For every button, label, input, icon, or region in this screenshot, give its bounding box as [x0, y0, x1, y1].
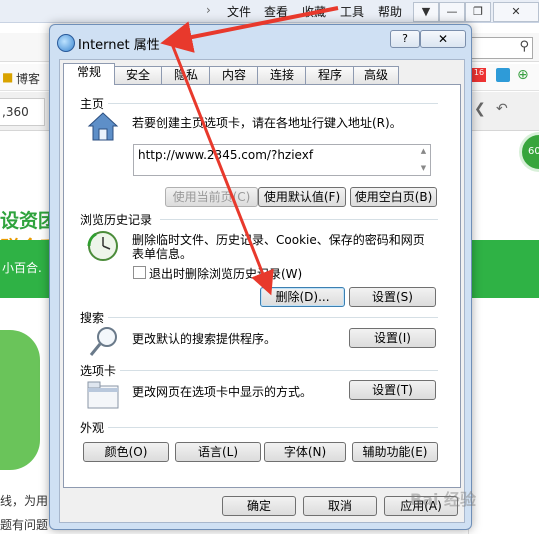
menu-tools[interactable]: 工具 — [340, 3, 364, 20]
page-green-banner-right — [468, 240, 539, 298]
browser-tab-label: ,360 — [2, 105, 29, 119]
browser-menu-bar: › 文件 查看 收藏 工具 帮助 ▼ — ❐ ✕ — [0, 0, 539, 23]
menu-favorites[interactable]: 收藏 — [302, 3, 326, 20]
browser-tab[interactable]: ,360 — [0, 98, 45, 126]
tab-privacy[interactable]: 隐私 — [161, 66, 211, 84]
page-banner-text: 小百合. — [2, 261, 42, 275]
homepage-url-text: http://www.2345.com/?hziexf — [138, 148, 314, 162]
fav-item[interactable]: 博客 — [16, 70, 40, 87]
home-icon — [87, 112, 119, 141]
tabs-icon — [87, 381, 119, 409]
search-icon[interactable]: ⚲ — [519, 39, 529, 54]
tab-security[interactable]: 安全 — [113, 66, 163, 84]
page-text-line: 线，为用 — [0, 494, 49, 508]
scroll-up-icon[interactable]: ▲ — [419, 147, 428, 155]
browser-search-input[interactable]: ⚲ — [471, 37, 533, 59]
back-icon[interactable]: ❮ — [474, 101, 486, 117]
delete-on-exit-checkbox[interactable] — [133, 266, 146, 279]
menu-help[interactable]: 帮助 — [378, 3, 402, 20]
shirt-icon[interactable]: ▼ — [413, 2, 439, 22]
colors-button[interactable]: 颜色(O) — [83, 442, 169, 462]
clock-icon — [87, 231, 118, 261]
tab-general[interactable]: 常规 — [63, 63, 115, 85]
languages-button[interactable]: 语言(L) — [175, 442, 261, 462]
delete-on-exit-label[interactable]: 退出时删除浏览历史记录(W) — [149, 265, 302, 282]
dialog-title-bar[interactable]: Internet 属性 ? ✕ — [50, 25, 471, 55]
tabs-section-desc: 更改网页在选项卡中显示的方式。 — [132, 385, 313, 399]
accessibility-button[interactable]: 辅助功能(E) — [352, 442, 438, 462]
search-settings-button[interactable]: 设置(I) — [349, 328, 436, 348]
dialog-close-button[interactable]: ✕ — [420, 30, 466, 48]
use-blank-button[interactable]: 使用空白页(B) — [350, 187, 437, 207]
tab-content[interactable]: 内容 — [209, 66, 259, 84]
folder-icon: ■ — [2, 70, 14, 84]
delete-history-button[interactable]: 删除(D)... — [260, 287, 345, 307]
minimize-button[interactable]: — — [439, 2, 465, 22]
ie-globe-icon — [57, 34, 75, 52]
page-right-column — [468, 300, 539, 534]
tab-programs[interactable]: 程序 — [305, 66, 355, 84]
undo-icon[interactable]: ↶ — [496, 101, 508, 117]
tab-connections[interactable]: 连接 — [257, 66, 307, 84]
search-header: 搜索 — [80, 311, 105, 325]
homepage-url-input[interactable]: http://www.2345.com/?hziexf ▲ ▼ — [133, 144, 431, 176]
tab-advanced[interactable]: 高级 — [353, 66, 399, 84]
cancel-button[interactable]: 取消 — [303, 496, 377, 516]
section-divider — [108, 427, 438, 428]
history-header: 浏览历史记录 — [80, 213, 153, 227]
ok-button[interactable]: 确定 — [222, 496, 296, 516]
restore-button[interactable]: ❐ — [465, 2, 491, 22]
magnifier-icon — [89, 327, 117, 356]
history-settings-button[interactable]: 设置(S) — [349, 287, 436, 307]
toolbar-search-icon[interactable]: ⊕ — [517, 67, 529, 83]
search-desc: 更改默认的搜索提供程序。 — [132, 332, 277, 346]
tabs-section-header: 选项卡 — [80, 364, 117, 378]
dialog-title: Internet 属性 — [78, 38, 160, 53]
section-divider — [108, 317, 438, 318]
homepage-desc: 若要创建主页选项卡，请在各地址行键入地址(R)。 — [132, 116, 402, 130]
section-divider — [120, 370, 438, 371]
section-divider — [160, 219, 438, 220]
scroll-down-icon[interactable]: ▼ — [419, 164, 428, 172]
menu-view[interactable]: 查看 — [264, 3, 288, 20]
use-current-button[interactable]: 使用当前页(C) — [165, 187, 258, 207]
menu-file[interactable]: 文件 — [227, 3, 251, 20]
tabs-settings-button[interactable]: 设置(T) — [349, 380, 436, 400]
toolbar-badge-icon[interactable]: 16 — [472, 68, 486, 82]
page-image — [0, 330, 40, 470]
fonts-button[interactable]: 字体(N) — [264, 442, 346, 462]
help-button[interactable]: ? — [390, 30, 420, 48]
page-text-line-2: 题有问题 — [0, 518, 49, 532]
watermark: Bai 经验 — [410, 490, 477, 509]
browser-close-button[interactable]: ✕ — [493, 2, 539, 22]
menu-chevron-icon[interactable]: › — [206, 3, 211, 17]
appearance-header: 外观 — [80, 421, 105, 435]
history-desc-line2: 表单信息。 — [132, 247, 193, 261]
use-default-button[interactable]: 使用默认值(F) — [258, 187, 346, 207]
toolbar-app-icon[interactable] — [496, 68, 510, 82]
section-divider — [108, 103, 438, 104]
